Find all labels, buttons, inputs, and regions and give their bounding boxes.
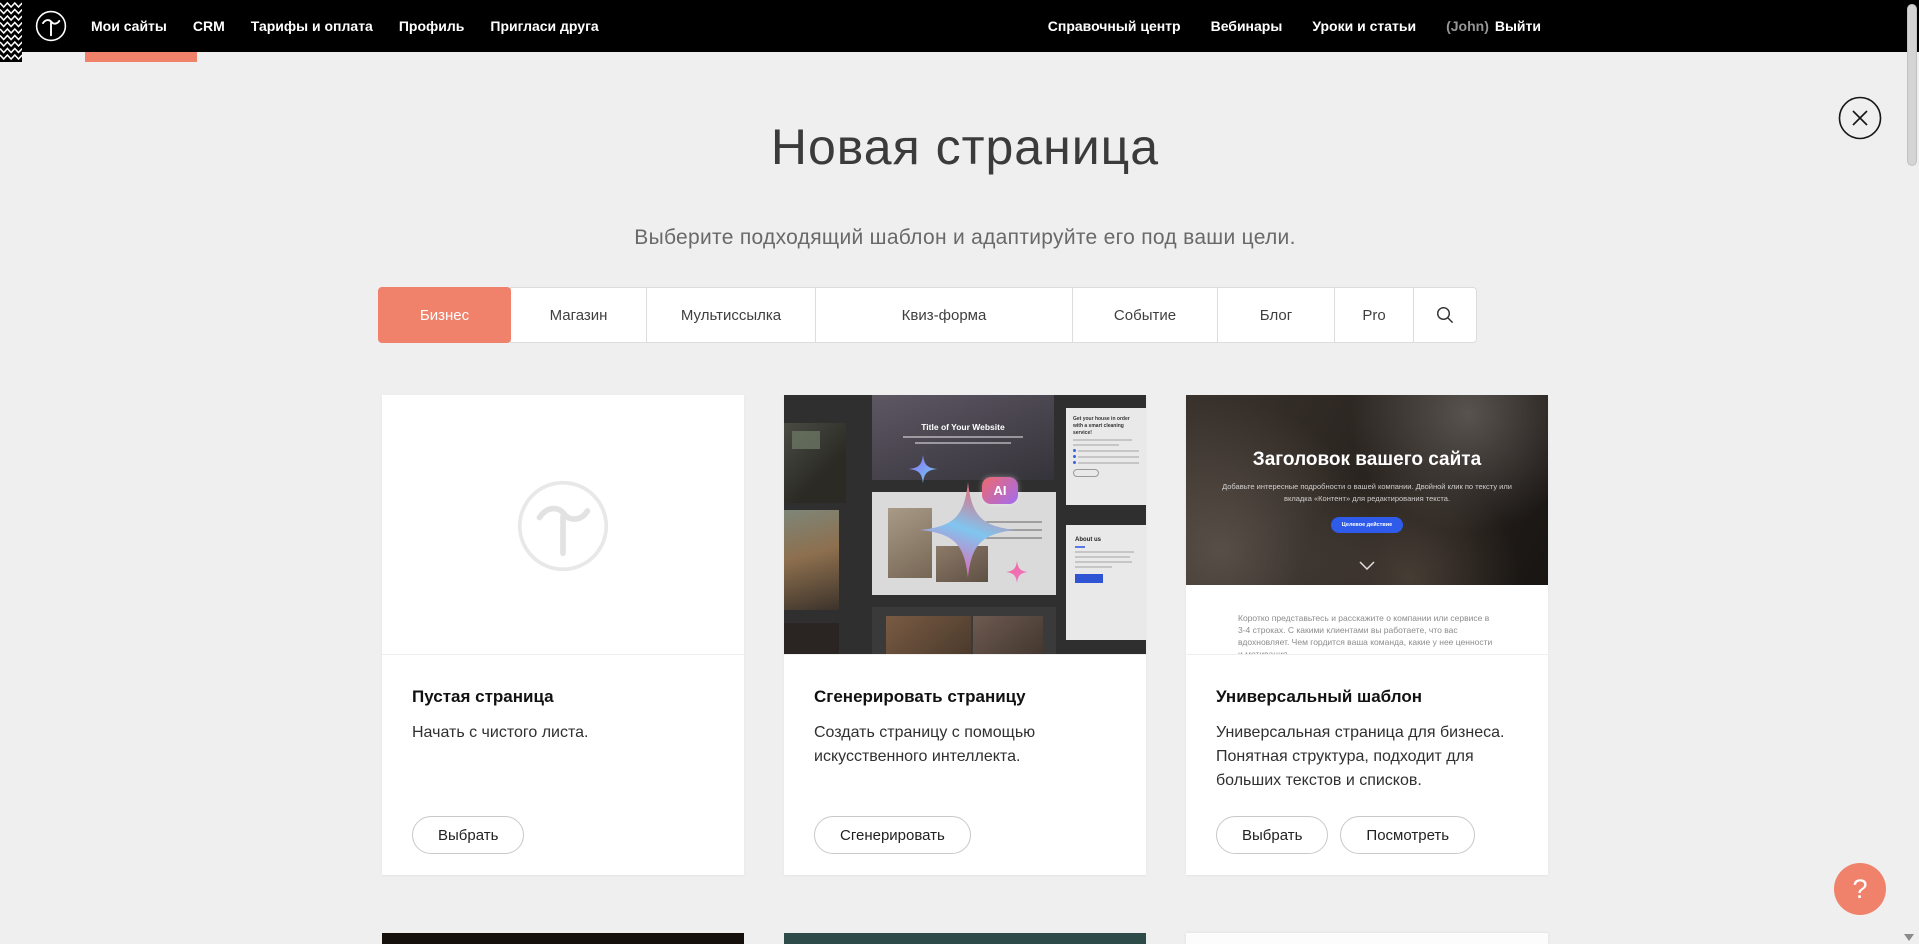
logout-link[interactable]: (John) Выйти: [1446, 0, 1541, 52]
mini-site-title: Title of Your Website: [872, 422, 1054, 432]
search-icon: [1435, 305, 1455, 325]
tab-search[interactable]: [1413, 287, 1477, 343]
tab-blog[interactable]: Блог: [1217, 287, 1335, 343]
scrollbar-down-arrow-icon[interactable]: [1904, 934, 1914, 941]
ai-preview-collage: Title of Your Website Get your house in …: [784, 395, 1146, 655]
user-name: (John): [1446, 18, 1489, 34]
tab-pro[interactable]: Pro: [1334, 287, 1414, 343]
tab-store[interactable]: Магазин: [510, 287, 647, 343]
tilda-watermark-icon: [516, 479, 610, 573]
ai-badge: AI: [982, 477, 1018, 504]
template-card-stub: [382, 933, 744, 944]
universal-template-preview: Заголовок вашего сайта Добавьте интересн…: [1186, 395, 1548, 655]
nav-invite-friend[interactable]: Пригласи друга: [490, 0, 598, 52]
generate-button[interactable]: Сгенерировать: [814, 816, 971, 854]
nav-help-center[interactable]: Справочный центр: [1048, 0, 1181, 52]
preview-tile-photo: [784, 623, 839, 655]
card-description: Универсальная страница для бизнеса. Поня…: [1216, 721, 1518, 793]
template-body-section: Коротко представьтесь и расскажите о ком…: [1186, 585, 1548, 655]
close-button[interactable]: [1838, 96, 1882, 140]
tab-quiz-form[interactable]: Квиз-форма: [815, 287, 1073, 343]
nav-webinars[interactable]: Вебинары: [1211, 0, 1283, 52]
chevron-down-icon: [1359, 561, 1375, 570]
new-page-modal: Мои сайты CRM Тарифы и оплата Профиль Пр…: [0, 0, 1919, 944]
tab-multilink[interactable]: Мультиссылка: [646, 287, 816, 343]
template-cta-button: Целевое действие: [1331, 517, 1403, 533]
view-template-button[interactable]: Посмотреть: [1340, 816, 1475, 854]
template-hero-subtitle: Добавьте интересные подробности о вашей …: [1221, 481, 1513, 504]
nav-pricing[interactable]: Тарифы и оплата: [251, 0, 373, 52]
mini-tile-heading: Get your house in order with a smart cle…: [1073, 416, 1139, 436]
blank-page-preview: [382, 395, 744, 655]
tab-event[interactable]: Событие: [1072, 287, 1218, 343]
card-blank-page: Пустая страница Начать с чистого листа. …: [382, 395, 744, 875]
template-grid: Пустая страница Начать с чистого листа. …: [382, 395, 1548, 875]
template-hero: Заголовок вашего сайта Добавьте интересн…: [1186, 395, 1548, 585]
card-title: Пустая страница: [412, 687, 714, 707]
choose-blank-button[interactable]: Выбрать: [412, 816, 524, 854]
nav-lessons[interactable]: Уроки и статьи: [1312, 0, 1416, 52]
mini-about-title: About us: [1075, 537, 1137, 543]
choose-template-button[interactable]: Выбрать: [1216, 816, 1328, 854]
preview-tile-photo: [784, 510, 839, 610]
tab-business[interactable]: Бизнес: [378, 287, 511, 343]
preview-tile-section: [872, 492, 1056, 595]
tilda-corner-pattern-icon: [0, 0, 22, 62]
main-nav: Мои сайты CRM Тарифы и оплата Профиль Пр…: [91, 0, 599, 52]
page-subtitle: Выберите подходящий шаблон и адаптируйте…: [382, 226, 1548, 250]
template-body-text: Коротко представьтесь и расскажите о ком…: [1238, 613, 1496, 655]
card-ai-generate: Title of Your Website Get your house in …: [784, 395, 1146, 875]
preview-tile-hero: Title of Your Website: [872, 395, 1054, 480]
template-category-tabs: Бизнес Магазин Мультиссылка Квиз-форма С…: [378, 287, 1484, 343]
card-title: Универсальный шаблон: [1216, 687, 1518, 707]
template-card-stub: [1186, 933, 1548, 944]
preview-tile-about: About us: [1066, 525, 1146, 640]
preview-tile-gallery: [872, 607, 1056, 655]
close-icon: [1838, 96, 1882, 140]
top-bar: Мои сайты CRM Тарифы и оплата Профиль Пр…: [0, 0, 1919, 52]
scrollbar-thumb[interactable]: [1907, 4, 1917, 166]
help-button[interactable]: ?: [1834, 863, 1886, 915]
card-description: Начать с чистого листа.: [412, 721, 714, 745]
nav-my-sites[interactable]: Мои сайты: [91, 0, 167, 52]
card-title: Сгенерировать страницу: [814, 687, 1116, 707]
card-description: Создать страницу с помощью искусственног…: [814, 721, 1116, 769]
nav-profile[interactable]: Профиль: [399, 0, 465, 52]
page-title: Новая страница: [382, 118, 1548, 176]
card-universal-template: Заголовок вашего сайта Добавьте интересн…: [1186, 395, 1548, 875]
secondary-nav: Справочный центр Вебинары Уроки и статьи…: [1048, 0, 1541, 52]
preview-tile-photo: [784, 423, 846, 503]
template-hero-title: Заголовок вашего сайта: [1186, 449, 1548, 471]
preview-tile-text: Get your house in order with a smart cle…: [1066, 408, 1146, 505]
logout-label: Выйти: [1495, 18, 1541, 34]
tilda-logo[interactable]: [35, 10, 67, 42]
next-template-row: [382, 933, 1548, 944]
nav-crm[interactable]: CRM: [193, 0, 225, 52]
template-card-stub: [784, 933, 1146, 944]
